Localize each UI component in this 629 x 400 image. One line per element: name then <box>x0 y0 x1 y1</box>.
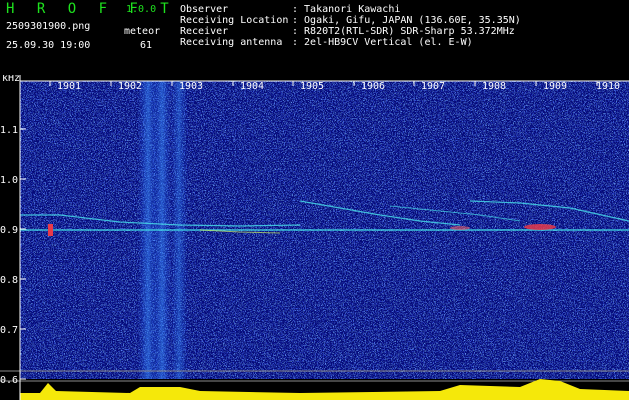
meteor-echo-3 <box>450 226 470 230</box>
level-yellow <box>20 379 629 400</box>
x-tick: 1901 <box>57 81 81 92</box>
x-tick: 1906 <box>361 81 385 92</box>
x-tick: 1902 <box>118 81 142 92</box>
datetime: 25.09.30 19:00 <box>6 40 91 51</box>
y-tick: 1.0 <box>0 175 18 186</box>
y-tick: 1.1 <box>0 125 18 136</box>
station-info: Observer: Takanori Kawachi Receiving Loc… <box>180 4 521 48</box>
header-panel: H R O F F T 1.0.0 2509301900.png meteor … <box>0 0 629 75</box>
y-tick: 0.8 <box>0 275 18 286</box>
info-row-location: Receiving Location: Ogaki, Gifu, JAPAN (… <box>180 15 521 26</box>
info-row-antenna: Receiving antenna: 2el-HB9CV Vertical (e… <box>180 37 473 48</box>
meteor-count: 61 <box>140 40 153 51</box>
x-tick: 1905 <box>300 81 324 92</box>
info-row-receiver: Receiver: R820T2(RTL-SDR) SDR-Sharp 53.3… <box>180 26 515 37</box>
y-tick: 0.9 <box>0 225 18 236</box>
meteor-label: meteor <box>124 26 161 37</box>
file-name: 2509301900.png <box>6 21 91 32</box>
y-tick: 0.7 <box>0 325 18 336</box>
x-tick: 1904 <box>240 81 264 92</box>
spectrogram: kHz 1.1 1.0 0.9 0.8 0.7 0.6 1901 1902 19… <box>0 75 629 400</box>
meteor-echo-2 <box>524 224 556 230</box>
x-tick: 1903 <box>179 81 203 92</box>
x-tick: 1908 <box>482 81 506 92</box>
y-tick: 0.6 <box>0 375 18 386</box>
info-row-observer: Observer: Takanori Kawachi <box>180 4 401 15</box>
app-version: 1.0.0 <box>126 4 157 15</box>
x-tick: 1909 <box>543 81 567 92</box>
x-tick: 1910 <box>596 81 620 92</box>
x-tick: 1907 <box>421 81 445 92</box>
y-axis-unit: kHz <box>2 75 20 84</box>
meteor-echo-1 <box>48 224 53 236</box>
